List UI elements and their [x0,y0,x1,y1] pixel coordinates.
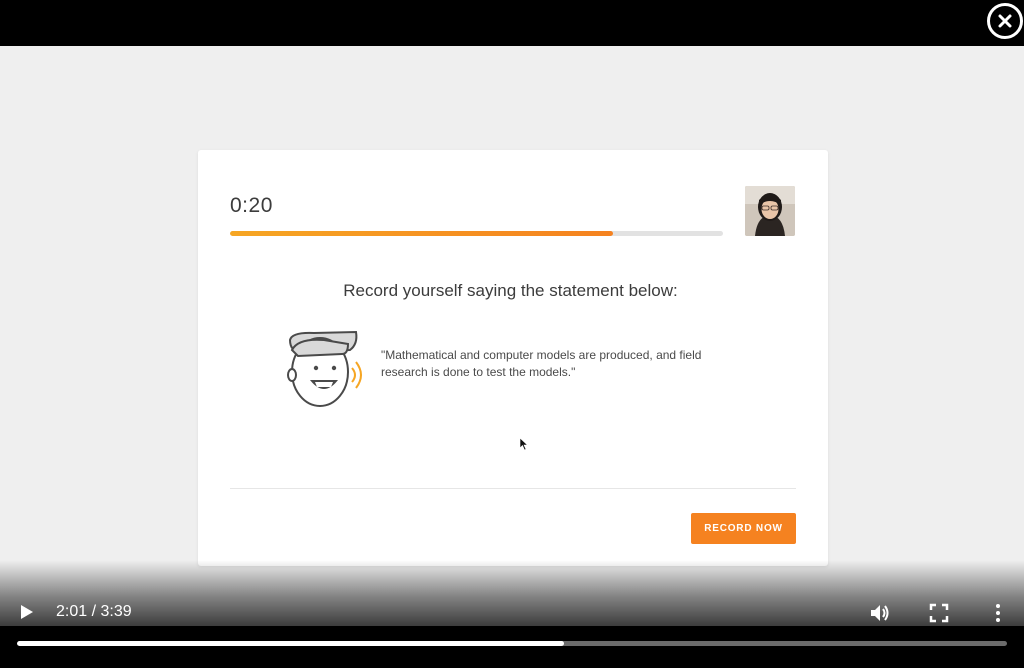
speaking-face-icon [284,330,374,410]
volume-icon [871,605,889,621]
timer-progress-bar [230,231,723,236]
bottom-bar [0,626,1024,668]
prompt-title: Record yourself saying the statement bel… [343,281,678,300]
webcam-person-image [745,186,795,236]
fullscreen-button[interactable] [928,602,950,624]
speaking-exercise-card: 0:20 Record yourself saying the statemen… [198,150,828,566]
statement-text: "Mathematical and computer models are pr… [381,348,702,379]
mouse-cursor-icon [519,437,529,451]
video-player: 0:20 Record yourself saying the statemen… [0,0,1024,668]
close-button[interactable] [987,3,1023,39]
seek-bar[interactable] [17,641,1007,646]
timer-progress-fill [230,231,613,236]
seek-bar-played [17,641,565,646]
video-content[interactable]: 0:20 Record yourself saying the statemen… [0,46,1024,626]
volume-button[interactable] [869,602,891,624]
play-icon [21,605,33,619]
divider [230,488,796,489]
record-now-button[interactable]: RECORD NOW [691,513,796,544]
fullscreen-icon [929,603,949,623]
play-button[interactable] [18,603,36,621]
webcam-preview [745,186,795,236]
close-icon [998,14,1012,28]
time-display: 2:01 / 3:39 [56,603,132,620]
more-vertical-icon [996,604,1000,622]
top-bar [0,0,1024,46]
countdown-timer: 0:20 [230,194,273,217]
more-options-button[interactable] [987,602,1009,624]
